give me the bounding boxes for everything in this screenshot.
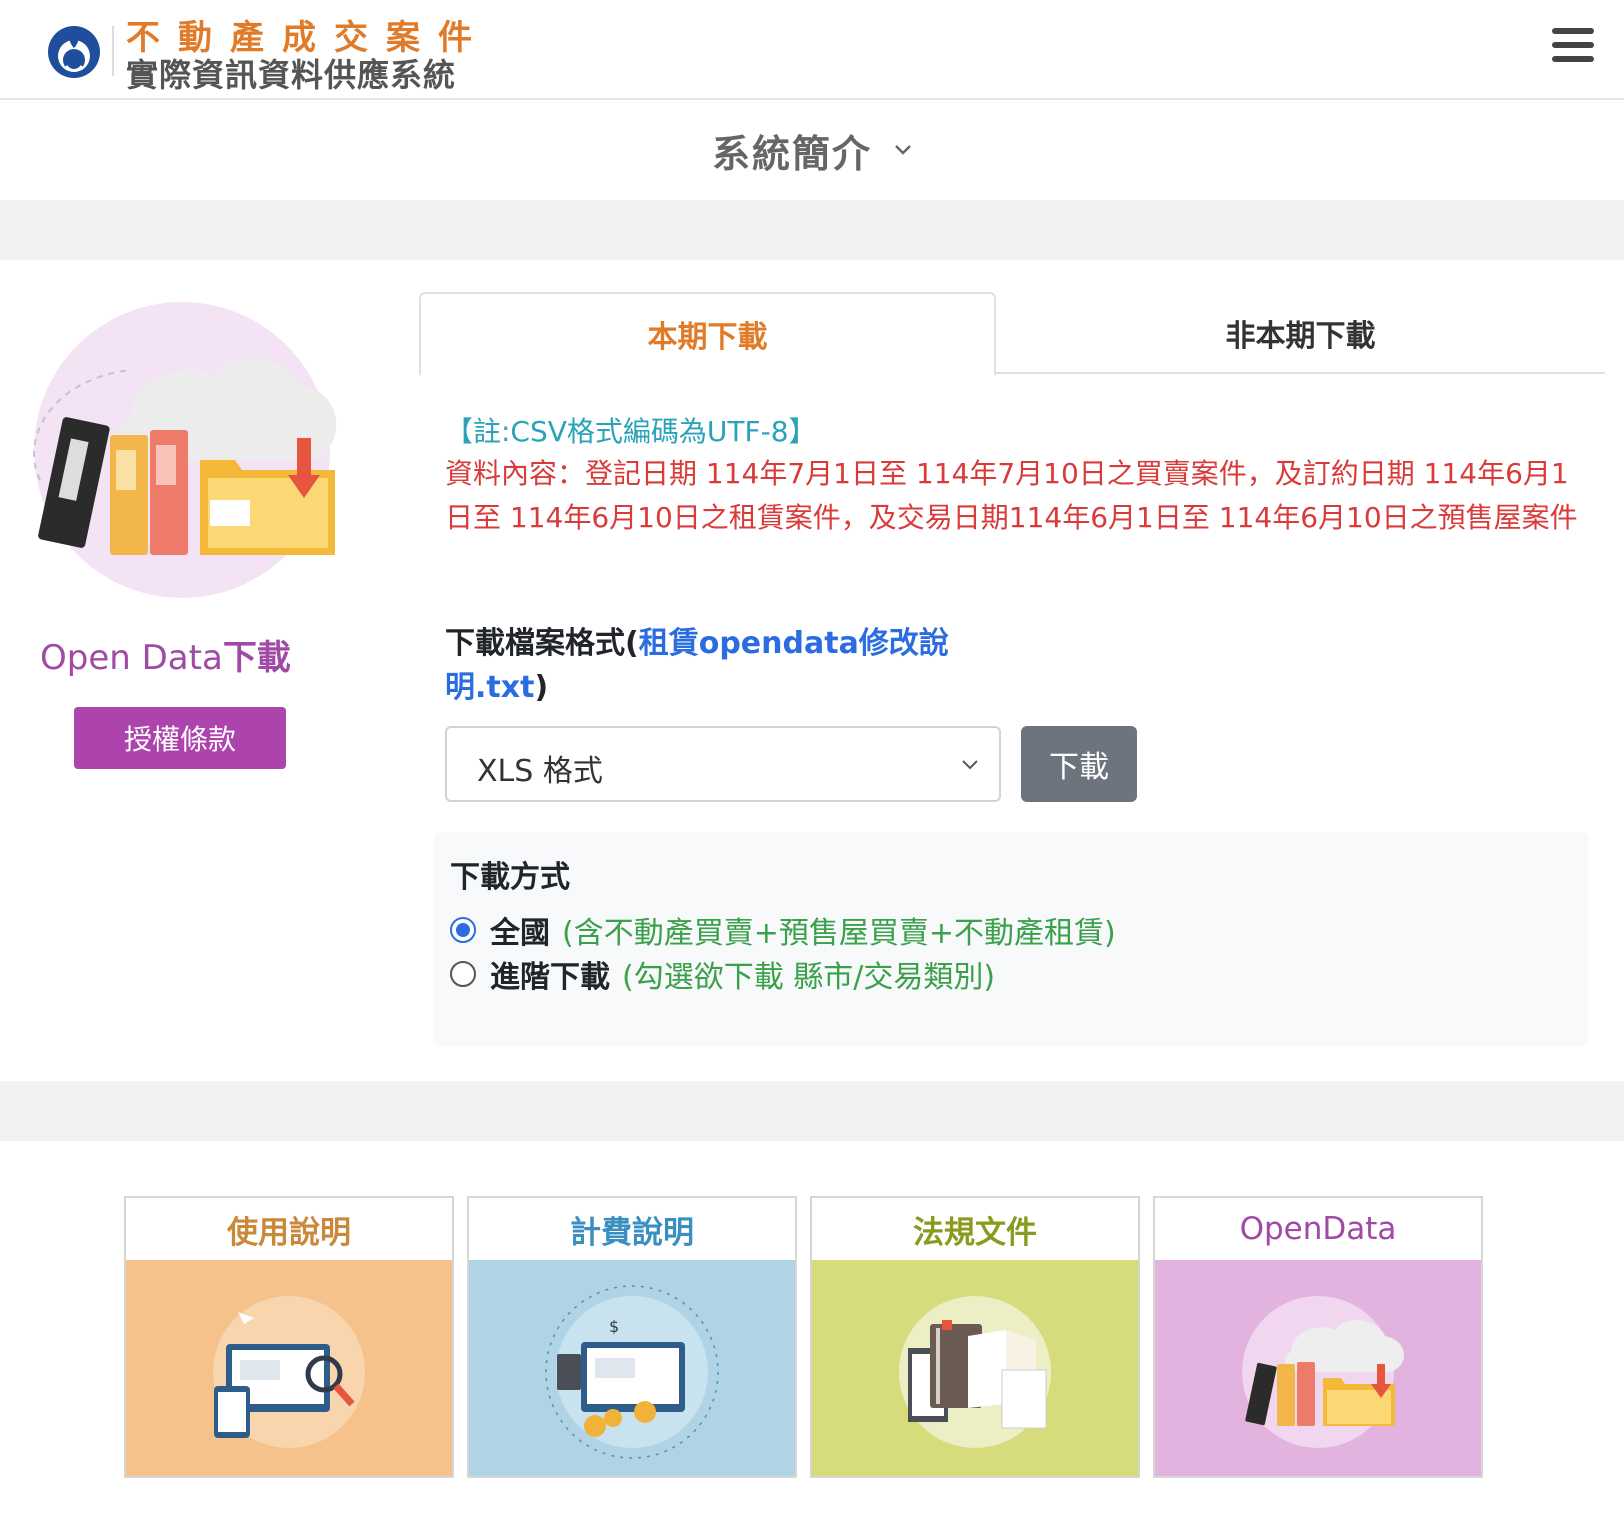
open-data-caption-prefix: Open Data — [40, 638, 223, 678]
hamburger-menu-icon[interactable] — [1552, 28, 1596, 68]
download-section: Open Data下載 授權條款 本期下載 非本期下載 【註:CSV格式編碼為U… — [0, 260, 1624, 1081]
open-data-illustration — [33, 302, 337, 598]
option-description: (勾選欲下載 縣市/交易類別) — [622, 960, 996, 995]
file-format-selected-value: XLS 格式 — [477, 754, 603, 789]
radio-option-advanced[interactable]: 進階下載 (勾選欲下載 縣市/交易類別) — [450, 952, 995, 996]
moon-logo-icon[interactable] — [46, 20, 102, 80]
section-divider — [0, 1081, 1624, 1141]
open-data-caption-suffix: 下載 — [222, 638, 291, 678]
csv-encoding-note: 【註:CSV格式編碼為UTF-8】 — [445, 415, 817, 448]
download-tabs: 本期下載 非本期下載 — [419, 292, 1605, 376]
format-label-suffix: ) — [534, 670, 549, 705]
tab-previous-period[interactable]: 非本期下載 — [996, 292, 1605, 374]
section-divider — [0, 200, 1624, 260]
site-header: 不動產成交案件 實際資訊資料供應系統 — [0, 0, 1624, 100]
computer-search-icon — [126, 1260, 452, 1476]
open-data-folders-icon — [1155, 1260, 1481, 1476]
radio-button-checked[interactable] — [450, 917, 476, 943]
option-label: 全國 — [490, 916, 550, 951]
radio-button[interactable] — [450, 961, 476, 987]
computer-payment-icon: $ — [469, 1260, 795, 1476]
license-terms-button[interactable]: 授權條款 — [74, 707, 286, 769]
option-label: 進階下載 — [490, 960, 610, 995]
download-button[interactable]: 下載 — [1021, 726, 1137, 802]
card-title: 計費說明 — [570, 1214, 694, 1251]
books-documents-icon — [812, 1260, 1138, 1476]
data-content-description: 資料內容：登記日期 114年7月1日至 114年7月10日之買賣案件，及訂約日期… — [445, 457, 1578, 534]
card-title: 法規文件 — [913, 1214, 1037, 1251]
chevron-down-icon — [895, 145, 911, 155]
chevron-down-icon — [962, 760, 978, 770]
tab-current-period[interactable]: 本期下載 — [419, 292, 996, 376]
file-format-select[interactable]: XLS 格式 — [445, 726, 1001, 802]
open-data-caption: Open Data下載 — [40, 630, 291, 679]
card-title: 使用說明 — [227, 1214, 351, 1251]
option-description: (含不動產買賣+預售屋買賣+不動產租賃) — [562, 916, 1116, 951]
site-title-bottom: 實際資訊資料供應系統 — [126, 56, 457, 94]
card-regulation-docs[interactable]: 法規文件 — [810, 1196, 1140, 1478]
system-intro-label: 系統簡介 — [711, 131, 872, 176]
logo-divider — [112, 26, 114, 76]
card-billing-guide[interactable]: 計費說明 $ — [467, 1196, 797, 1478]
system-intro-toggle[interactable]: 系統簡介 — [0, 102, 1624, 198]
radio-option-nationwide[interactable]: 全國 (含不動產買賣+預售屋買賣+不動產租賃) — [450, 908, 1116, 952]
download-method-title: 下載方式 — [450, 860, 570, 895]
download-format-label: 下載檔案格式(租賃opendata修改說明.txt) — [445, 622, 965, 710]
card-open-data[interactable]: OpenData — [1153, 1196, 1483, 1478]
download-method-panel: 下載方式 全國 (含不動產買賣+預售屋買賣+不動產租賃) 進階下載 (勾選欲下載… — [434, 832, 1588, 1046]
svg-text:$: $ — [609, 1317, 619, 1336]
format-label-prefix: 下載檔案格式( — [445, 626, 639, 661]
card-title: OpenData — [1239, 1211, 1397, 1247]
card-usage-guide[interactable]: 使用說明 — [124, 1196, 454, 1478]
